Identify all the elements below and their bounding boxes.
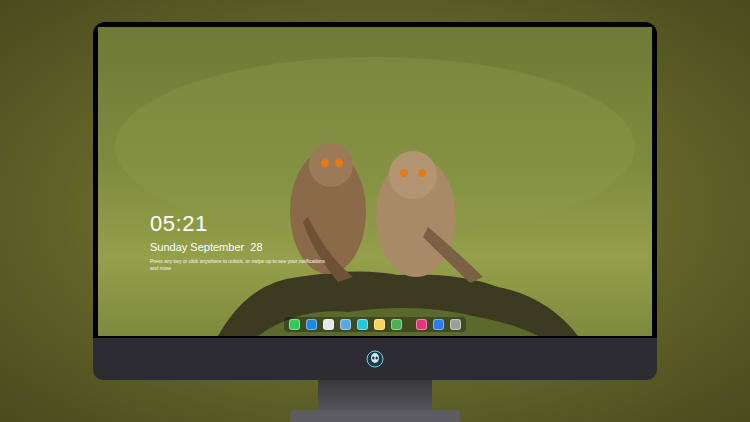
dock-app-icon[interactable] (450, 319, 461, 330)
dock-app-icon[interactable] (306, 319, 317, 330)
lock-overlay: 05:21 Sunday September 28 Press any key or… (98, 27, 652, 336)
clock: 05:21 (150, 211, 652, 237)
dock-app-icon[interactable] (289, 319, 300, 330)
dock-app-icon[interactable] (374, 319, 385, 330)
monitor-chin (93, 338, 657, 380)
dock (284, 317, 466, 332)
monitor-stand-base (290, 410, 460, 422)
screen: 05:21 Sunday September 28 Press any key or… (98, 27, 652, 336)
owl-photo (98, 27, 652, 336)
monitor: 05:21 Sunday September 28 Press any key or… (93, 22, 657, 422)
dock-group (416, 319, 461, 330)
monitor-stand-neck (318, 380, 432, 410)
monitor-bezel: 05:21 Sunday September 28 Press any key or… (93, 22, 657, 338)
dock-app-icon[interactable] (433, 319, 444, 330)
brand-logo-icon (366, 350, 384, 368)
date: Sunday September 28 (150, 240, 652, 254)
page: 05:21 Sunday September 28 Press any key or… (0, 0, 750, 422)
dock-group (289, 319, 402, 330)
dock-app-icon[interactable] (357, 319, 368, 330)
dock-app-icon[interactable] (416, 319, 427, 330)
dock-app-icon[interactable] (340, 319, 351, 330)
dock-app-icon[interactable] (391, 319, 402, 330)
dock-app-icon[interactable] (323, 319, 334, 330)
unlock-hint: Press any key or click anywhere to unloc… (150, 258, 330, 272)
